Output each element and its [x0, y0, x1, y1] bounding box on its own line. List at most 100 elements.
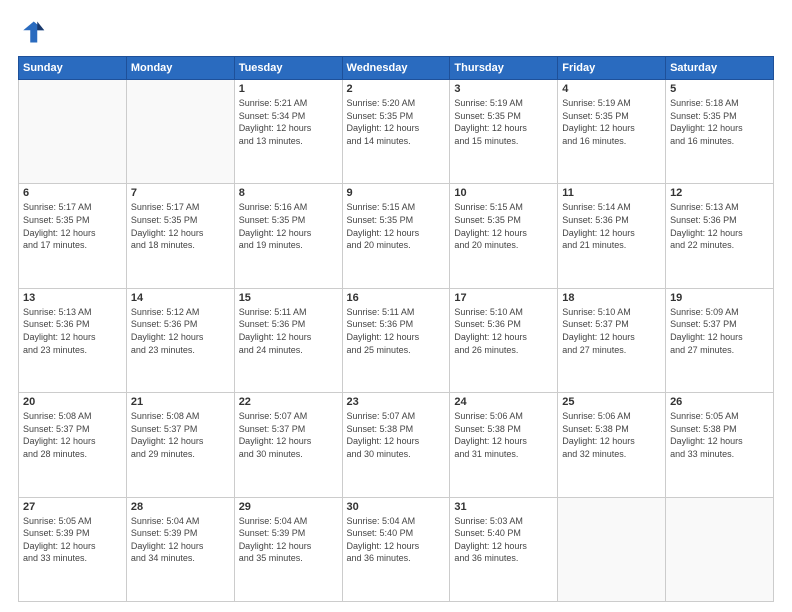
calendar-cell: 18Sunrise: 5:10 AM Sunset: 5:37 PM Dayli…	[558, 288, 666, 392]
day-number: 15	[239, 292, 338, 304]
day-info: Sunrise: 5:08 AM Sunset: 5:37 PM Dayligh…	[23, 410, 122, 460]
day-number: 19	[670, 292, 769, 304]
day-info: Sunrise: 5:09 AM Sunset: 5:37 PM Dayligh…	[670, 306, 769, 356]
weekday-header: Saturday	[666, 57, 774, 80]
day-number: 25	[562, 396, 661, 408]
day-number: 14	[131, 292, 230, 304]
calendar-cell	[19, 80, 127, 184]
page: SundayMondayTuesdayWednesdayThursdayFrid…	[0, 0, 792, 612]
weekday-header: Wednesday	[342, 57, 450, 80]
weekday-header: Monday	[126, 57, 234, 80]
weekday-header: Sunday	[19, 57, 127, 80]
calendar-cell: 26 Sunrise: 5:05 AM Sunset: 5:38 PM Dayli…	[666, 393, 774, 497]
calendar-cell: 9 Sunrise: 5:15 AM Sunset: 5:35 PM Daylig…	[342, 184, 450, 288]
calendar-cell: 17 Sunrise: 5:10 AM Sunset: 5:36 PM Dayli…	[450, 288, 558, 392]
calendar-cell: 10 Sunrise: 5:15 AM Sunset: 5:35 PM Dayli…	[450, 184, 558, 288]
day-info: Sunrise: 5:10 AM Sunset: 5:36 PM Dayligh…	[454, 306, 553, 356]
day-info: Sunrise: 5:13 AM Sunset: 5:36 PM Dayligh…	[23, 306, 122, 356]
weekday-header: Friday	[558, 57, 666, 80]
calendar-cell: 3 Sunrise: 5:19 AM Sunset: 5:35 PM Daylig…	[450, 80, 558, 184]
day-number: 2	[347, 83, 446, 95]
calendar-cell: 31Sunrise: 5:03 AM Sunset: 5:40 PM Dayli…	[450, 497, 558, 601]
day-info: Sunrise: 5:05 AM Sunset: 5:39 PM Dayligh…	[23, 515, 122, 565]
calendar-cell: 24 Sunrise: 5:06 AM Sunset: 5:38 PM Dayli…	[450, 393, 558, 497]
day-number: 11	[562, 187, 661, 199]
day-number: 17	[454, 292, 553, 304]
calendar-cell: 1 Sunrise: 5:21 AM Sunset: 5:34 PM Daylig…	[234, 80, 342, 184]
calendar-table: SundayMondayTuesdayWednesdayThursdayFrid…	[18, 56, 774, 602]
calendar-cell: 22 Sunrise: 5:07 AM Sunset: 5:37 PM Dayli…	[234, 393, 342, 497]
day-number: 4	[562, 83, 661, 95]
day-info: Sunrise: 5:15 AM Sunset: 5:35 PM Dayligh…	[454, 201, 553, 251]
day-number: 16	[347, 292, 446, 304]
calendar-cell: 14Sunrise: 5:12 AM Sunset: 5:36 PM Dayli…	[126, 288, 234, 392]
day-info: Sunrise: 5:04 AM Sunset: 5:40 PM Dayligh…	[347, 515, 446, 565]
day-number: 24	[454, 396, 553, 408]
day-info: Sunrise: 5:16 AM Sunset: 5:35 PM Dayligh…	[239, 201, 338, 251]
day-info: Sunrise: 5:11 AM Sunset: 5:36 PM Dayligh…	[347, 306, 446, 356]
day-info: Sunrise: 5:04 AM Sunset: 5:39 PM Dayligh…	[239, 515, 338, 565]
day-number: 13	[23, 292, 122, 304]
day-info: Sunrise: 5:18 AM Sunset: 5:35 PM Dayligh…	[670, 97, 769, 147]
calendar-cell: 29 Sunrise: 5:04 AM Sunset: 5:39 PM Dayli…	[234, 497, 342, 601]
calendar-cell: 12 Sunrise: 5:13 AM Sunset: 5:36 PM Dayli…	[666, 184, 774, 288]
day-number: 3	[454, 83, 553, 95]
day-info: Sunrise: 5:17 AM Sunset: 5:35 PM Dayligh…	[131, 201, 230, 251]
day-info: Sunrise: 5:15 AM Sunset: 5:35 PM Dayligh…	[347, 201, 446, 251]
calendar-cell	[558, 497, 666, 601]
day-info: Sunrise: 5:14 AM Sunset: 5:36 PM Dayligh…	[562, 201, 661, 251]
calendar-cell: 7 Sunrise: 5:17 AM Sunset: 5:35 PM Daylig…	[126, 184, 234, 288]
day-info: Sunrise: 5:19 AM Sunset: 5:35 PM Dayligh…	[562, 97, 661, 147]
calendar-cell: 21 Sunrise: 5:08 AM Sunset: 5:37 PM Dayli…	[126, 393, 234, 497]
calendar-cell: 13 Sunrise: 5:13 AM Sunset: 5:36 PM Dayli…	[19, 288, 127, 392]
day-info: Sunrise: 5:07 AM Sunset: 5:38 PM Dayligh…	[347, 410, 446, 460]
calendar-cell: 4 Sunrise: 5:19 AM Sunset: 5:35 PM Daylig…	[558, 80, 666, 184]
day-number: 31	[454, 501, 553, 513]
calendar-cell: 6Sunrise: 5:17 AM Sunset: 5:35 PM Daylig…	[19, 184, 127, 288]
day-info: Sunrise: 5:13 AM Sunset: 5:36 PM Dayligh…	[670, 201, 769, 251]
calendar-cell: 20 Sunrise: 5:08 AM Sunset: 5:37 PM Dayli…	[19, 393, 127, 497]
calendar-cell: 28 Sunrise: 5:04 AM Sunset: 5:39 PM Dayli…	[126, 497, 234, 601]
day-number: 29	[239, 501, 338, 513]
day-info: Sunrise: 5:19 AM Sunset: 5:35 PM Dayligh…	[454, 97, 553, 147]
day-info: Sunrise: 5:21 AM Sunset: 5:34 PM Dayligh…	[239, 97, 338, 147]
day-number: 26	[670, 396, 769, 408]
day-number: 22	[239, 396, 338, 408]
calendar-cell: 2Sunrise: 5:20 AM Sunset: 5:35 PM Daylig…	[342, 80, 450, 184]
day-number: 21	[131, 396, 230, 408]
calendar-cell: 11 Sunrise: 5:14 AM Sunset: 5:36 PM Dayli…	[558, 184, 666, 288]
day-number: 12	[670, 187, 769, 199]
logo-icon	[18, 18, 46, 46]
weekday-header: Tuesday	[234, 57, 342, 80]
calendar-cell: 5 Sunrise: 5:18 AM Sunset: 5:35 PM Daylig…	[666, 80, 774, 184]
day-number: 5	[670, 83, 769, 95]
day-info: Sunrise: 5:05 AM Sunset: 5:38 PM Dayligh…	[670, 410, 769, 460]
calendar-cell: 19 Sunrise: 5:09 AM Sunset: 5:37 PM Dayli…	[666, 288, 774, 392]
day-number: 9	[347, 187, 446, 199]
day-info: Sunrise: 5:10 AM Sunset: 5:37 PM Dayligh…	[562, 306, 661, 356]
day-number: 1	[239, 83, 338, 95]
day-number: 23	[347, 396, 446, 408]
day-info: Sunrise: 5:17 AM Sunset: 5:35 PM Dayligh…	[23, 201, 122, 251]
header	[18, 18, 774, 46]
day-number: 27	[23, 501, 122, 513]
day-number: 28	[131, 501, 230, 513]
day-number: 20	[23, 396, 122, 408]
day-info: Sunrise: 5:07 AM Sunset: 5:37 PM Dayligh…	[239, 410, 338, 460]
weekday-header: Thursday	[450, 57, 558, 80]
calendar-cell: 25Sunrise: 5:06 AM Sunset: 5:38 PM Dayli…	[558, 393, 666, 497]
day-number: 7	[131, 187, 230, 199]
calendar-cell: 23 Sunrise: 5:07 AM Sunset: 5:38 PM Dayli…	[342, 393, 450, 497]
day-info: Sunrise: 5:04 AM Sunset: 5:39 PM Dayligh…	[131, 515, 230, 565]
day-info: Sunrise: 5:08 AM Sunset: 5:37 PM Dayligh…	[131, 410, 230, 460]
calendar-cell	[666, 497, 774, 601]
calendar-cell: 30 Sunrise: 5:04 AM Sunset: 5:40 PM Dayli…	[342, 497, 450, 601]
day-number: 10	[454, 187, 553, 199]
logo	[18, 18, 50, 46]
day-number: 8	[239, 187, 338, 199]
day-number: 30	[347, 501, 446, 513]
calendar-cell: 16 Sunrise: 5:11 AM Sunset: 5:36 PM Dayli…	[342, 288, 450, 392]
calendar-cell: 8 Sunrise: 5:16 AM Sunset: 5:35 PM Daylig…	[234, 184, 342, 288]
calendar-cell: 27 Sunrise: 5:05 AM Sunset: 5:39 PM Dayli…	[19, 497, 127, 601]
day-info: Sunrise: 5:06 AM Sunset: 5:38 PM Dayligh…	[454, 410, 553, 460]
